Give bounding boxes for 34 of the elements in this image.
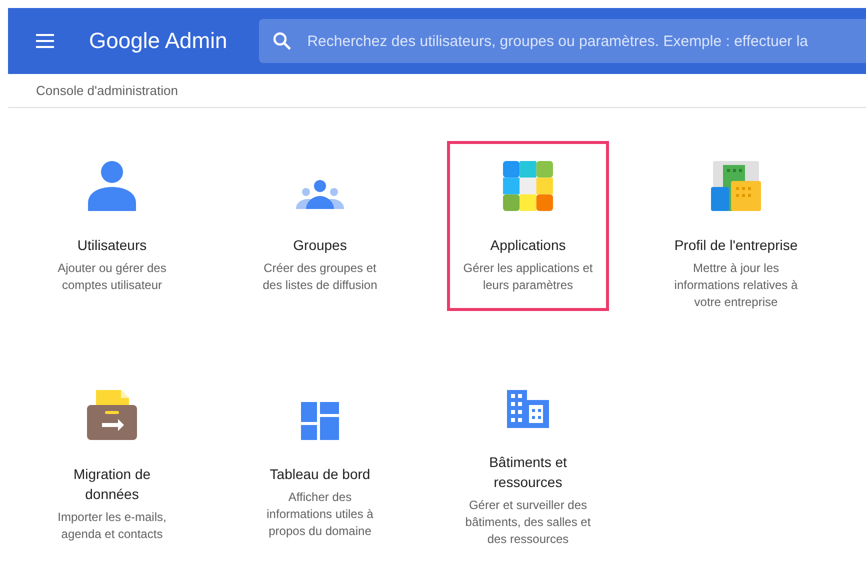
tile-description: Créer des groupes et des listes de diffusion: [262, 260, 378, 294]
tile[interactable]: Groupes Créer des groupes et des listes de diffusion: [239, 141, 401, 381]
tile-title: Migration de données: [73, 465, 151, 504]
search-field[interactable]: Recherchez des utilisateurs, groupes ou paramètres. Exemple : effectuer la: [259, 19, 866, 63]
tile-description: Afficher des informations utiles à propos du domaine: [266, 489, 374, 540]
group-icon: [294, 179, 346, 211]
tile[interactable]: Migration de données Importer les e-mails, agenda et contacts: [31, 381, 193, 551]
tile[interactable]: Profil de l'entreprise Mettre à jour les informations relatives à votre entreprise: [655, 141, 817, 381]
tile[interactable]: Tableau de bord Afficher des informations utiles à propos du domaine: [239, 381, 401, 551]
tile-description: Gérer les applications et leurs paramètres: [463, 260, 593, 294]
tile-title: Groupes: [293, 236, 347, 255]
tile-description: Ajouter ou gérer des comptes utilisateur: [58, 260, 166, 294]
tile[interactable]: Bâtiments et ressources Gérer et surveiller des bâtiments, des salles et des ressources: [447, 381, 609, 551]
search-icon: [273, 32, 292, 50]
tile-title: Tableau de bord: [270, 465, 370, 484]
tile-title: Utilisateurs: [77, 236, 147, 255]
person-icon: [86, 159, 138, 211]
app-logo[interactable]: Google Admin: [89, 28, 228, 54]
tile-title: Profil de l'entreprise: [674, 236, 798, 255]
apps-grid-icon: [503, 161, 553, 211]
building-icon: [507, 390, 549, 428]
menu-icon[interactable]: [36, 34, 54, 48]
breadcrumb[interactable]: Console d'administration: [36, 83, 178, 98]
file-box-icon: [87, 390, 137, 440]
highlighted-tile[interactable]: Applications Gérer les applications et leurs paramètres: [447, 141, 609, 311]
tile-title: Applications: [490, 236, 566, 255]
tile-description: Gérer et surveiller des bâtiments, des salles et des ressources: [465, 497, 591, 548]
tile-description: Importer les e-mails, agenda et contacts: [58, 509, 166, 543]
dashboard-icon: [301, 402, 339, 440]
search-input[interactable]: Recherchez des utilisateurs, groupes ou paramètres. Exemple : effectuer la: [305, 32, 866, 50]
tile[interactable]: Utilisateurs Ajouter ou gérer des comptes utilisateur: [31, 141, 193, 381]
tile-title: Bâtiments et ressources: [489, 453, 567, 492]
buildings-icon: [711, 161, 761, 211]
tile-description: Mettre à jour les informations relatives à votre entreprise: [674, 260, 798, 311]
